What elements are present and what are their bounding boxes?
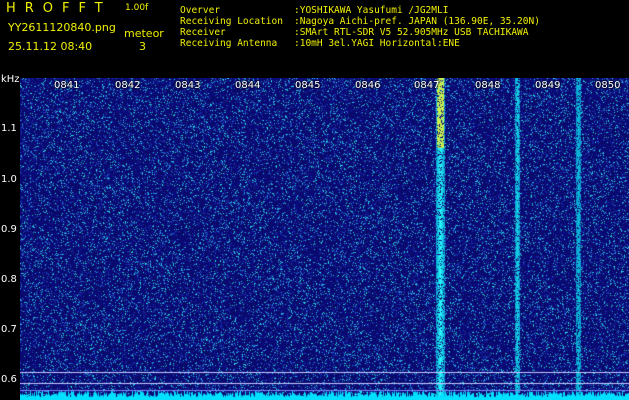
info-row-observer: Overver :YOSHIKAWA Yasufumi /JG2MLI — [180, 5, 540, 16]
freq-tick-label: 1.1 — [1, 123, 17, 134]
info-key: Receiving Antenna — [180, 38, 278, 49]
freq-tick-label: 0.7 — [1, 324, 17, 335]
header-panel: HROFFT 1.00f YY2611120840.png 25.11.12 0… — [0, 0, 629, 76]
info-value: :YOSHIKAWA Yasufumi /JG2MLI — [294, 5, 449, 16]
time-tick-label: 0846 — [355, 80, 381, 91]
info-value: :SMArt RTL-SDR V5 52.905MHz USB TACHIKAW… — [294, 27, 529, 38]
time-tick-label: 0848 — [475, 80, 501, 91]
info-key: Receiver — [180, 27, 226, 38]
time-tick-label: 0845 — [295, 80, 321, 91]
station-info: Overver :YOSHIKAWA Yasufumi /JG2MLI Recei… — [180, 5, 540, 49]
time-tick-label: 0843 — [175, 80, 201, 91]
meteor-label: meteor — [124, 27, 164, 40]
info-value: :Nagoya Aichi-pref. JAPAN (136.90E, 35.2… — [294, 16, 540, 27]
info-key: Overver — [180, 5, 221, 16]
freq-tick-label: 1.0 — [1, 174, 17, 185]
info-row-antenna: Receiving Antenna :10mH 3el.YAGI Horizont… — [180, 38, 540, 49]
freq-axis-unit: kHz — [1, 74, 20, 85]
file-name: YY2611120840.png — [8, 21, 116, 34]
freq-tick-label: 0.9 — [1, 224, 17, 235]
info-key: Receiving Location — [180, 16, 283, 27]
info-row-location: Receiving Location :Nagoya Aichi-pref. JA… — [180, 16, 540, 27]
time-tick-label: 0849 — [535, 80, 561, 91]
time-tick-label: 0842 — [115, 80, 141, 91]
freq-tick-label: 0.6 — [1, 374, 17, 385]
timestamp: 25.11.12 08:40 — [8, 40, 93, 53]
time-tick-label: 0844 — [235, 80, 261, 91]
app-version: 1.00f — [125, 3, 149, 13]
spectrogram-canvas — [20, 78, 629, 400]
time-tick-label: 0850 — [595, 80, 621, 91]
time-tick-label: 0847 — [414, 80, 440, 91]
freq-tick-label: 0.8 — [1, 274, 17, 285]
meteor-count: 3 — [139, 40, 146, 53]
spectrogram-plot — [20, 78, 629, 400]
app-title: HROFFT — [6, 1, 112, 16]
info-value: :10mH 3el.YAGI Horizontal:ENE — [294, 38, 460, 49]
info-row-receiver: Receiver :SMArt RTL-SDR V5 52.905MHz USB … — [180, 27, 540, 38]
time-tick-label: 0841 — [54, 80, 80, 91]
